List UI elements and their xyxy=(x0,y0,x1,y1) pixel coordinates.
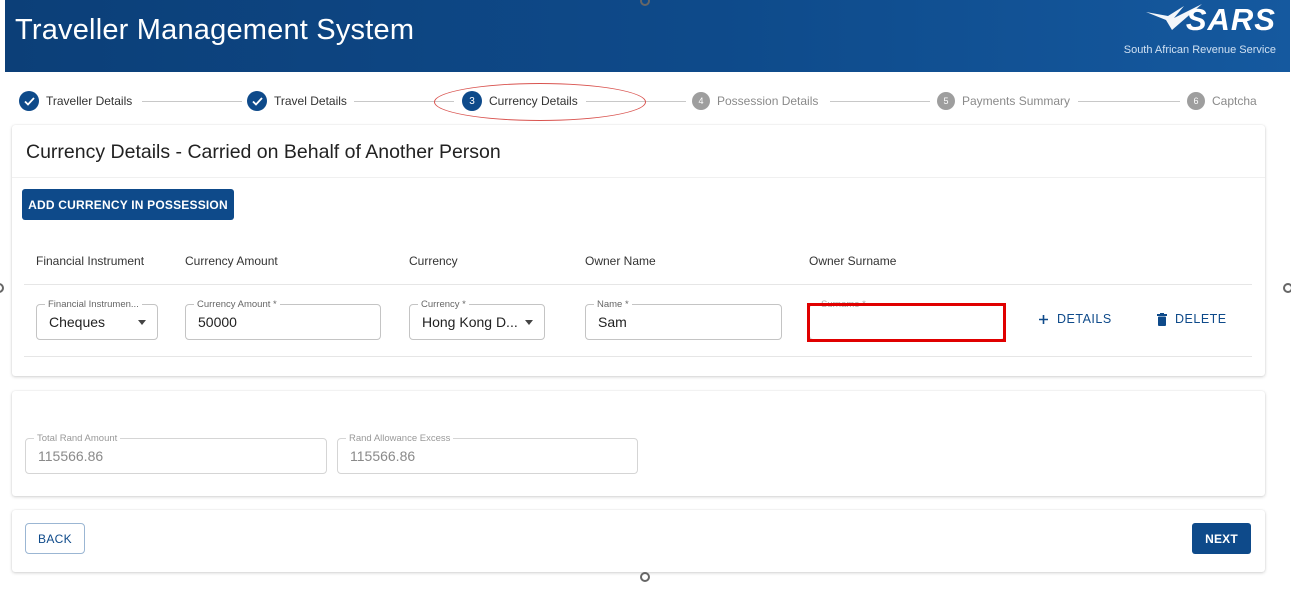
step-label: Payments Summary xyxy=(962,94,1071,108)
field-value: 115566.86 xyxy=(38,448,104,464)
app-header: Traveller Management System SARS South A… xyxy=(5,0,1290,72)
field-label: Total Rand Amount xyxy=(34,433,121,444)
column-header: Financial Instrument xyxy=(36,254,145,268)
currency-amount-input[interactable]: Currency Amount * 50000 xyxy=(185,299,381,340)
total-rand-amount-field: Total Rand Amount 115566.86 xyxy=(25,433,327,474)
step-connector xyxy=(142,101,242,102)
column-header: Owner Name xyxy=(585,254,656,268)
delete-button[interactable]: DELETE xyxy=(1157,312,1227,326)
currency-details-card: Currency Details - Carried on Behalf of … xyxy=(12,125,1265,376)
column-header: Currency xyxy=(409,254,458,268)
step-travel-details[interactable]: Travel Details xyxy=(247,91,347,111)
details-button[interactable]: DETAILS xyxy=(1038,312,1112,326)
field-value: Sam xyxy=(598,314,627,330)
step-label: Possession Details xyxy=(717,94,819,108)
app-title: Traveller Management System xyxy=(15,14,415,46)
field-value: Hong Kong D... xyxy=(422,314,518,330)
step-number: 6 xyxy=(1187,92,1205,110)
edge-handle-icon xyxy=(0,283,4,293)
edge-handle-icon xyxy=(1283,283,1291,293)
step-label: Traveller Details xyxy=(46,94,133,108)
step-connector xyxy=(830,101,930,102)
step-connector xyxy=(1078,101,1180,102)
dropdown-arrow-icon xyxy=(525,320,533,325)
financial-instrument-select[interactable]: Financial Instrumen... Cheques xyxy=(36,299,158,340)
back-button[interactable]: BACK xyxy=(25,523,85,554)
trash-icon xyxy=(1157,312,1167,326)
page-title: Currency Details - Carried on Behalf of … xyxy=(26,141,501,163)
divider xyxy=(24,356,1252,357)
rand-allowance-excess-field: Rand Allowance Excess 115566.86 xyxy=(337,433,638,474)
highlight-ellipse xyxy=(434,83,646,121)
divider xyxy=(24,284,1252,285)
field-label: Name * xyxy=(594,299,632,310)
step-label: Travel Details xyxy=(274,94,347,108)
edge-handle-icon xyxy=(640,572,650,582)
column-header: Owner Surname xyxy=(809,254,897,268)
column-header: Currency Amount xyxy=(185,254,278,268)
check-icon xyxy=(247,91,267,111)
field-label: Rand Allowance Excess xyxy=(346,433,454,444)
step-label: Captcha xyxy=(1212,94,1257,108)
details-label: DETAILS xyxy=(1057,312,1112,326)
step-number: 5 xyxy=(937,92,955,110)
logo-subtitle: South African Revenue Service xyxy=(1123,44,1276,56)
delete-label: DELETE xyxy=(1175,312,1227,326)
field-value: 50000 xyxy=(198,314,237,330)
owner-name-input[interactable]: Name * Sam xyxy=(585,299,782,340)
step-traveller-details[interactable]: Traveller Details xyxy=(19,91,132,111)
step-possession-details[interactable]: 4 Possession Details xyxy=(692,91,818,111)
step-number: 4 xyxy=(692,92,710,110)
plus-icon xyxy=(1038,314,1049,325)
divider xyxy=(12,177,1265,178)
logo-wordmark: SARS xyxy=(1185,2,1276,37)
dropdown-arrow-icon xyxy=(138,320,146,325)
field-label: Currency * xyxy=(418,299,469,310)
check-icon xyxy=(19,91,39,111)
field-label: Currency Amount * xyxy=(194,299,280,310)
add-currency-button[interactable]: ADD CURRENCY IN POSSESSION xyxy=(22,189,234,220)
highlight-box xyxy=(807,303,1006,342)
currency-select[interactable]: Currency * Hong Kong D... xyxy=(409,299,545,340)
totals-card: Total Rand Amount 115566.86 Rand Allowan… xyxy=(12,391,1265,496)
next-button[interactable]: NEXT xyxy=(1192,523,1251,554)
step-captcha[interactable]: 6 Captcha xyxy=(1187,91,1257,111)
step-payments-summary[interactable]: 5 Payments Summary xyxy=(937,91,1070,111)
sars-logo: SARS South African Revenue Service xyxy=(1123,2,1276,62)
field-label: Financial Instrumen... xyxy=(45,299,142,310)
field-value: Cheques xyxy=(49,314,106,330)
field-value: 115566.86 xyxy=(350,448,416,464)
navigation-card: BACK NEXT xyxy=(12,510,1265,572)
